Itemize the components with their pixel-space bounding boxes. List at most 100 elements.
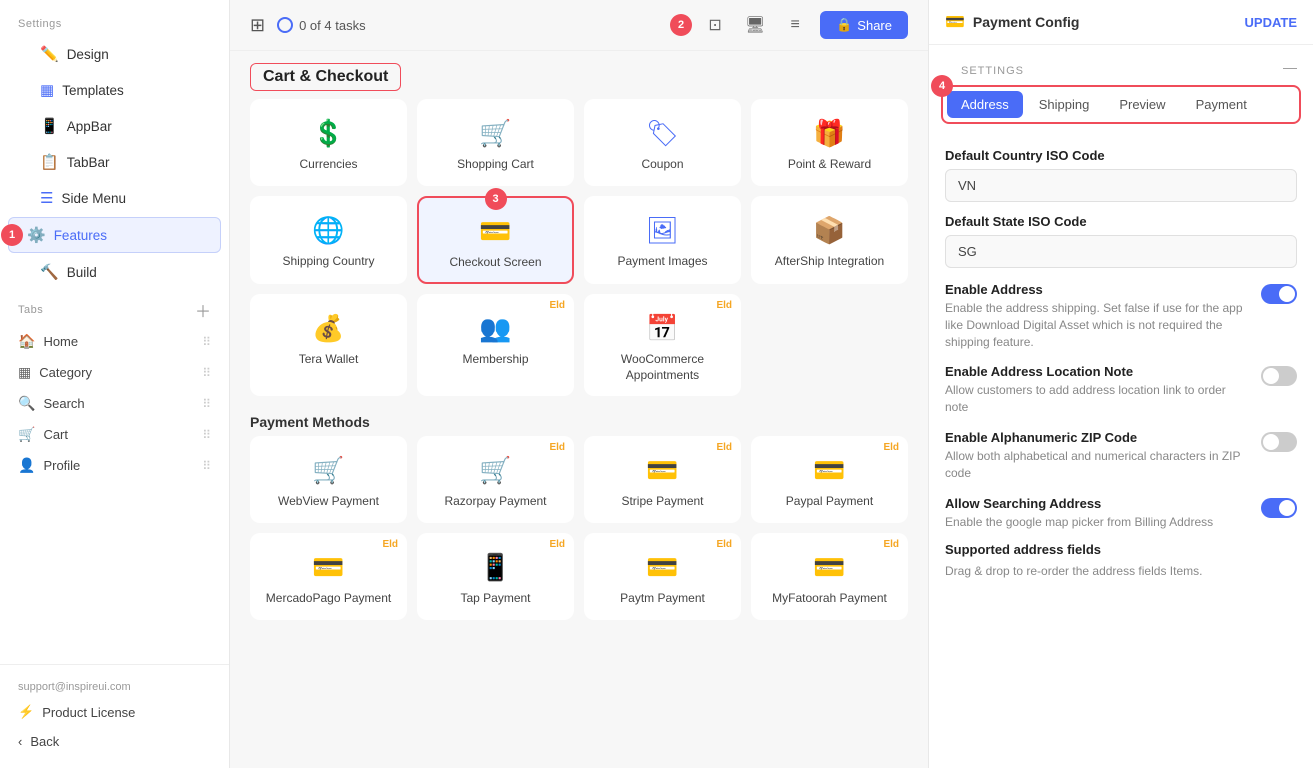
location-note-desc: Allow customers to add address location … [945,382,1251,416]
tabs-label: Tabs [18,304,43,316]
coupon-card[interactable]: 🏷 Coupon [584,99,741,186]
shopping-cart-icon: 🛒 [479,118,511,149]
myfatoorah-card[interactable]: Eld 💳 MyFatoorah Payment [751,533,908,620]
tap-payment-card[interactable]: Eld 📱 Tap Payment [417,533,574,620]
tabs-section-header: Tabs ＋ [0,290,229,326]
sidebar-tab-profile[interactable]: 👤 Profile ⠿ [0,450,229,481]
appbar-icon: 📱 [40,117,59,135]
update-button[interactable]: UPDATE [1245,15,1297,30]
scan-icon[interactable]: ⊡ [700,10,730,40]
tab-shipping[interactable]: Shipping [1025,91,1104,118]
sidebar-item-sidemenu[interactable]: ☰ Side Menu [8,181,221,215]
enable-address-toggle[interactable] [1261,284,1297,304]
add-tab-button[interactable]: ＋ [195,298,211,322]
lock-icon: 🔒 [836,17,852,33]
point-reward-card[interactable]: 🎁 Point & Reward [751,99,908,186]
allow-searching-toggle[interactable] [1261,498,1297,518]
state-code-label: Default State ISO Code [945,214,1297,229]
tera-wallet-card[interactable]: 💰 Tera Wallet [250,294,407,396]
allow-searching-row: Allow Searching Address Enable the googl… [945,496,1297,531]
sidebar: Settings ✏️ Design ▦ Templates 📱 AppBar … [0,0,230,768]
tab-address[interactable]: Address [947,91,1023,118]
step3-badge: 3 [485,188,507,210]
right-panel: 💳 Payment Config UPDATE SETTINGS — 4 Add… [928,0,1313,768]
sidebar-tab-home[interactable]: 🏠 Home ⠿ [0,326,229,357]
shopping-cart-card[interactable]: 🛒 Shopping Cart [417,99,574,186]
aftership-icon: 📦 [813,215,845,246]
payment-methods-title: Payment Methods [230,406,928,436]
aftership-card[interactable]: 📦 AfterShip Integration [751,196,908,285]
payment-config-icon: 💳 [945,12,965,32]
grid-icon[interactable]: ⊞ [250,15,265,36]
eld-badge: Eld [716,539,732,550]
mercadopago-card[interactable]: Eld 💳 MercadoPago Payment [250,533,407,620]
step1-badge: 1 [1,224,23,246]
share-button[interactable]: 🔒 Share [820,11,908,39]
eld-badge: Eld [549,442,565,453]
drag-handle[interactable]: ⠿ [202,459,211,473]
sidebar-bottom: support@inspireui.com ⚡ Product License … [0,664,229,768]
sidebar-tab-search[interactable]: 🔍 Search ⠿ [0,388,229,419]
drag-handle[interactable]: ⠿ [202,397,211,411]
search-icon: 🔍 [18,395,35,412]
membership-card[interactable]: Eld 👥 Membership [417,294,574,396]
payment-methods-grid: 🛒 WebView Payment Eld 🛒 Razorpay Payment… [230,436,928,629]
payment-images-card[interactable]: 🖼 Payment Images [584,196,741,285]
eld-badge: Eld [549,539,565,550]
list-icon[interactable]: ≡ [780,10,810,40]
checkout-screen-icon: 💳 [479,216,511,247]
settings-tabs: Address Shipping Preview Payment [941,85,1301,124]
webview-payment-card[interactable]: 🛒 WebView Payment [250,436,407,523]
alphanumeric-zip-row: Enable Alphanumeric ZIP Code Allow both … [945,430,1297,482]
sidebar-item-design[interactable]: ✏️ Design [8,37,221,71]
sidebar-item-build[interactable]: 🔨 Build [8,255,221,289]
design-icon: ✏️ [40,45,59,63]
point-reward-icon: 🎁 [813,118,845,149]
drag-handle[interactable]: ⠿ [202,335,211,349]
eld-badge: Eld [883,539,899,550]
drag-handle[interactable]: ⠿ [202,366,211,380]
razorpay-card[interactable]: Eld 🛒 Razorpay Payment [417,436,574,523]
settings-section-label: Settings [0,0,229,36]
stripe-icon: 💳 [646,455,678,486]
woocommerce-icon: 📅 [646,313,678,344]
tab-preview[interactable]: Preview [1105,91,1179,118]
settings-body: Default Country ISO Code Default State I… [929,136,1313,604]
step2-badge: 2 [670,14,692,36]
location-note-toggle[interactable] [1261,366,1297,386]
features-icon: ⚙️ [27,226,46,244]
paytm-card[interactable]: Eld 💳 Paytm Payment [584,533,741,620]
tab-payment[interactable]: Payment [1182,91,1261,118]
woocommerce-appointments-card[interactable]: Eld 📅 WooCommerce Appointments [584,294,741,396]
razorpay-icon: 🛒 [479,455,511,486]
eld-badge: Eld [382,539,398,550]
drag-handle[interactable]: ⠿ [202,428,211,442]
myfatoorah-icon: 💳 [813,552,845,583]
monitor-icon[interactable]: 🖥 [740,10,770,40]
stripe-card[interactable]: Eld 💳 Stripe Payment [584,436,741,523]
checkout-screen-card[interactable]: 3 💳 Checkout Screen [417,196,574,285]
state-code-input[interactable] [945,235,1297,268]
sidebar-item-appbar[interactable]: 📱 AppBar [8,109,221,143]
supported-fields-label: Supported address fields [945,542,1297,557]
alphanumeric-zip-toggle[interactable] [1261,432,1297,452]
enable-location-note-row: Enable Address Location Note Allow custo… [945,364,1297,416]
back-item[interactable]: ‹ Back [0,727,229,756]
sidebar-item-templates[interactable]: ▦ Templates [8,73,221,107]
product-license-item[interactable]: ⚡ Product License [0,697,229,727]
tasks-indicator: 0 of 4 tasks [277,17,365,33]
currencies-card[interactable]: 💲 Currencies [250,99,407,186]
home-icon: 🏠 [18,333,35,350]
mercadopago-icon: 💳 [312,552,344,583]
membership-icon: 👥 [479,313,511,344]
paypal-card[interactable]: Eld 💳 Paypal Payment [751,436,908,523]
close-icon[interactable]: — [1283,59,1297,75]
shipping-country-card[interactable]: 🌐 Shipping Country [250,196,407,285]
country-code-input[interactable] [945,169,1297,202]
sidebar-tab-cart[interactable]: 🛒 Cart ⠿ [0,419,229,450]
sidebar-tab-category[interactable]: ▦ Category ⠿ [0,357,229,388]
alphanumeric-zip-title: Enable Alphanumeric ZIP Code [945,430,1251,445]
sidebar-item-features[interactable]: 1 ⚙️ Features [8,217,221,253]
sidebar-item-tabbar[interactable]: 📋 TabBar [8,145,221,179]
cart-icon: 🛒 [18,426,35,443]
